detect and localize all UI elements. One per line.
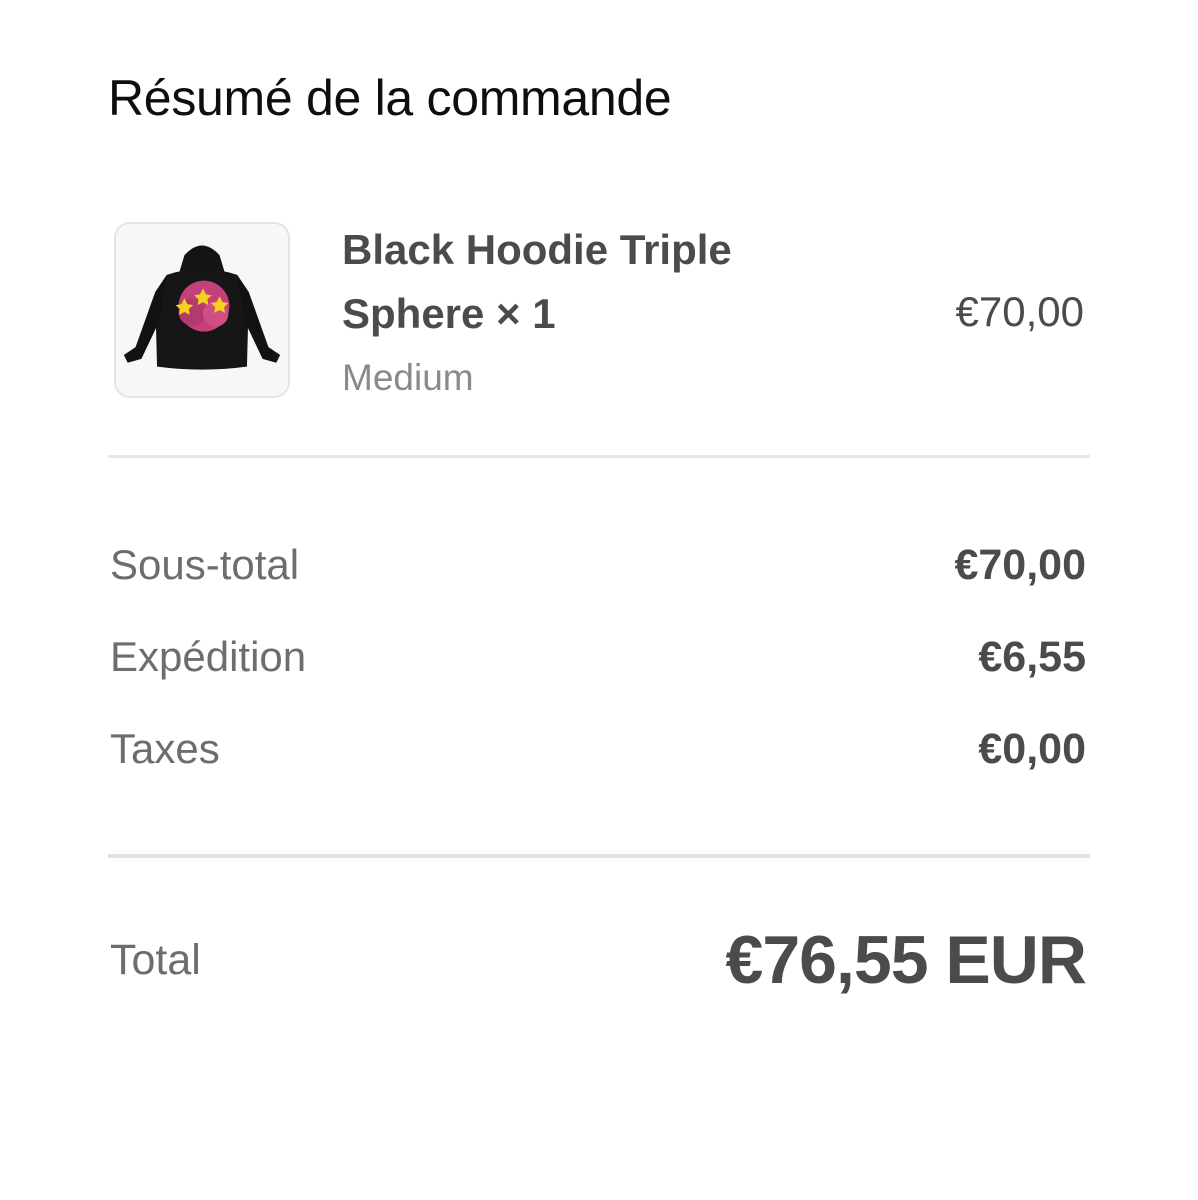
product-name: Black Hoodie Triple Sphere × 1 [342,226,732,337]
divider [108,854,1090,858]
subtotal-value: €70,00 [954,541,1086,589]
product-variant: Medium [342,357,474,398]
order-summary-title: Résumé de la commande [108,70,672,126]
product-price: €70,00 [955,288,1084,335]
product-image [114,222,290,398]
taxes-value: €0,00 [978,725,1086,773]
divider [108,455,1090,458]
total-value: €76,55 EUR [725,922,1087,998]
total-label: Total [110,936,201,984]
shipping-row: Expédition €6,55 [110,627,1088,687]
hoodie-icon [116,224,288,396]
subtotal-row: Sous-total €70,00 [110,535,1088,595]
subtotal-label: Sous-total [110,541,300,588]
taxes-row: Taxes €0,00 [110,719,1088,779]
shipping-value: €6,55 [978,633,1086,681]
taxes-label: Taxes [110,725,220,772]
shipping-label: Expédition [110,633,307,680]
